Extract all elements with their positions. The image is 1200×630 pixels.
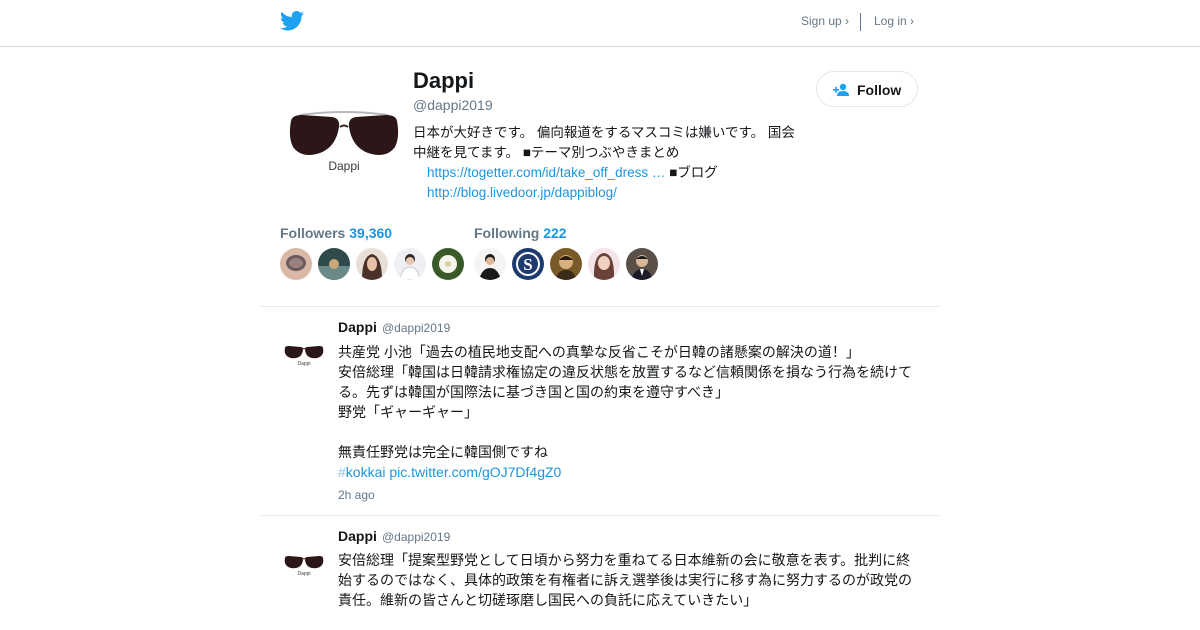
tweet[interactable]: Dappi Dappi @dappi2019 安倍総理「提案型野党として日頃から… bbox=[260, 516, 940, 630]
bio-text-blog: ■ブログ bbox=[665, 165, 718, 180]
following-label: Following bbox=[474, 225, 540, 241]
tweet-author-name[interactable]: Dappi bbox=[338, 528, 377, 544]
follower-avatar[interactable] bbox=[280, 248, 312, 280]
followers-stat[interactable]: Followers 39,360 bbox=[280, 225, 392, 241]
bio-link-togetter[interactable]: https://togetter.com/id/take_off_dress … bbox=[427, 165, 665, 180]
profile-handle: @dappi2019 bbox=[413, 97, 493, 113]
pic-link[interactable]: pic.twitter.com/gOJ7Df4gZ0 bbox=[389, 464, 561, 480]
tweet-avatar[interactable]: Dappi bbox=[280, 529, 328, 577]
profile-name: Dappi bbox=[413, 68, 475, 93]
following-avatar[interactable] bbox=[474, 248, 506, 280]
bio-link-blog[interactable]: http://blog.livedoor.jp/dappiblog/ bbox=[427, 185, 617, 200]
follow-button-label: Follow bbox=[857, 82, 902, 98]
svg-text:Dappi: Dappi bbox=[297, 361, 310, 367]
svg-text:Dappi: Dappi bbox=[297, 571, 310, 577]
divider bbox=[860, 13, 861, 31]
tweet-author-name[interactable]: Dappi bbox=[338, 319, 377, 335]
tweet[interactable]: Dappi Dappi @dappi2019 共産党 小池「過去の植民地支配への… bbox=[260, 307, 940, 515]
sign-up-link[interactable]: Sign up › bbox=[801, 14, 849, 28]
following-count: 222 bbox=[543, 225, 567, 241]
follower-avatar[interactable] bbox=[394, 248, 426, 280]
follower-avatar[interactable] bbox=[356, 248, 388, 280]
follower-avatar[interactable] bbox=[432, 248, 464, 280]
tweet-author-handle[interactable]: @dappi2019 bbox=[382, 530, 450, 544]
tweet-timestamp[interactable]: 2h ago bbox=[338, 488, 375, 502]
top-bar: Sign up › Log in › bbox=[0, 0, 1200, 47]
following-avatar[interactable] bbox=[588, 248, 620, 280]
tweet-text: 共産党 小池「過去の植民地支配への真摯な反省こそが日韓の諸懸案の解決の道！」 安… bbox=[338, 342, 918, 482]
twitter-bird-icon[interactable] bbox=[280, 10, 304, 32]
hashtag-text: kokkai bbox=[345, 464, 386, 480]
follower-avatar[interactable] bbox=[318, 248, 350, 280]
tweet-avatar[interactable]: Dappi bbox=[280, 319, 328, 367]
tweet-body: 共産党 小池「過去の植民地支配への真摯な反省こそが日韓の諸懸案の解決の道！」 安… bbox=[338, 344, 912, 460]
svg-text:S: S bbox=[523, 255, 532, 274]
bio-text: 日本が大好きです。 偏向報道をするマスコミは嫌いです。 国会中継を見てます。 ■… bbox=[413, 125, 795, 160]
following-avatar[interactable] bbox=[626, 248, 658, 280]
hash-symbol: # bbox=[338, 464, 346, 480]
profile-bio: 日本が大好きです。 偏向報道をするマスコミは嫌いです。 国会中継を見てます。 ■… bbox=[413, 123, 803, 203]
avatar-text: Dappi bbox=[328, 159, 359, 173]
followers-label: Followers bbox=[280, 225, 346, 241]
add-person-icon bbox=[833, 83, 849, 96]
following-avatar[interactable]: S bbox=[512, 248, 544, 280]
tweet-text: 安倍総理「提案型野党として日頃から努力を重ねてる日本維新の会に敬意を表す。批判に… bbox=[338, 552, 912, 608]
profile-avatar[interactable]: Dappi bbox=[280, 69, 408, 197]
followers-count: 39,360 bbox=[349, 225, 393, 241]
tweet-author-handle[interactable]: @dappi2019 bbox=[382, 321, 450, 335]
following-avatar[interactable] bbox=[550, 248, 582, 280]
follow-button[interactable]: Follow bbox=[816, 71, 918, 107]
log-in-link[interactable]: Log in › bbox=[874, 14, 914, 28]
hashtag-link[interactable]: #kokkai bbox=[338, 464, 385, 480]
following-stat[interactable]: Following 222 bbox=[474, 225, 567, 241]
